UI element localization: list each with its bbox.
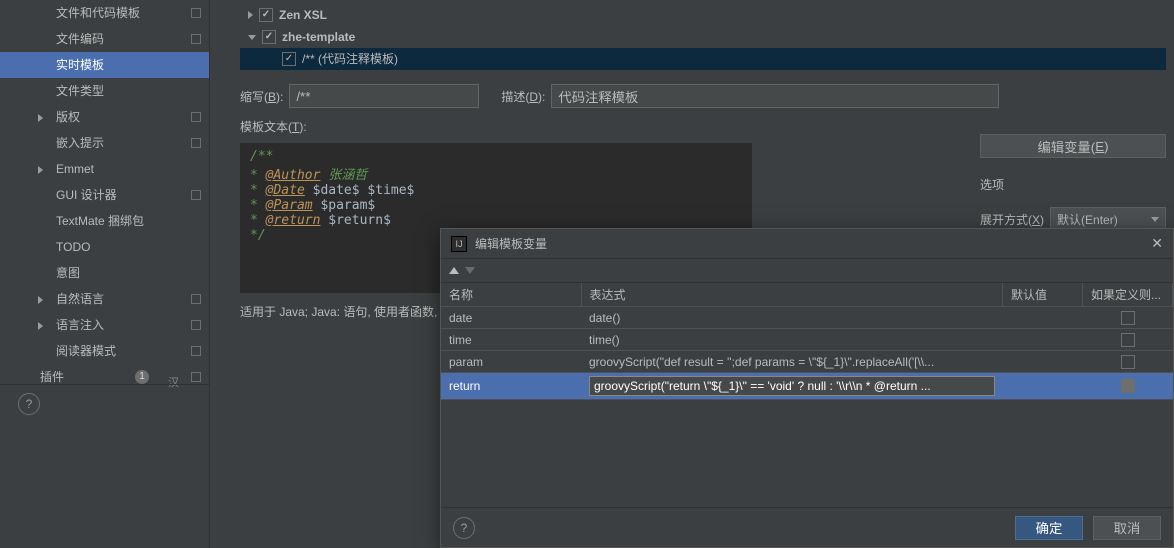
col-name[interactable]: 名称: [441, 283, 581, 307]
sidebar-item-label: 自然语言: [56, 292, 104, 306]
checkbox-icon[interactable]: [262, 30, 276, 44]
chevron-right-icon: [38, 166, 43, 174]
sidebar-item-label: 插件: [40, 370, 64, 384]
scope-icon: [191, 8, 201, 18]
sidebar-item-emmet[interactable]: Emmet: [0, 156, 209, 182]
checkbox-icon[interactable]: [1121, 355, 1135, 369]
checkbox-icon[interactable]: [1121, 333, 1135, 347]
sidebar-item-textmate[interactable]: TextMate 捆绑包: [0, 208, 209, 234]
help-button[interactable]: ?: [453, 517, 475, 539]
table-row[interactable]: returngroovyScript("return \"${_1}\" == …: [441, 373, 1173, 400]
expression-cell-input[interactable]: groovyScript("return \"${_1}\" == 'void'…: [589, 376, 995, 396]
abbr-desc-row: 缩写(B): 描述(D):: [210, 74, 1174, 108]
sidebar-footer: ?: [0, 384, 210, 415]
abbreviation-input[interactable]: [289, 84, 479, 108]
sidebar-item-live-templates[interactable]: 实时模板: [0, 52, 209, 78]
sidebar-item-file-code-templates[interactable]: 文件和代码模板: [0, 0, 209, 26]
sidebar-item-label: 阅读器模式: [56, 344, 116, 358]
desc-label: 描述(D):: [501, 88, 545, 105]
checkbox-icon[interactable]: [282, 52, 296, 66]
cancel-button[interactable]: 取消: [1093, 516, 1161, 540]
update-badge: 1: [135, 370, 149, 384]
move-up-icon[interactable]: [449, 267, 459, 274]
col-expression[interactable]: 表达式: [581, 283, 1003, 307]
sidebar-item-label: GUI 设计器: [56, 188, 117, 202]
scope-icon: [191, 372, 201, 382]
close-icon[interactable]: ✕: [1151, 235, 1163, 252]
sidebar-item-label: 文件类型: [56, 84, 104, 98]
expand-label: 展开方式(X): [980, 211, 1044, 228]
tree-group-zhe-template[interactable]: zhe-template: [240, 26, 1166, 48]
help-button[interactable]: ?: [18, 393, 40, 415]
table-row[interactable]: paramgroovyScript("def result = '';def p…: [441, 351, 1173, 373]
tree-leaf-comment-template[interactable]: /** (代码注释模板): [240, 48, 1166, 70]
table-row[interactable]: datedate(): [441, 307, 1173, 329]
description-input[interactable]: [551, 84, 999, 108]
template-tree: Zen XSL zhe-template /** (代码注释模板): [210, 0, 1174, 74]
scope-icon: [191, 320, 201, 330]
scope-icon: [191, 112, 201, 122]
move-down-icon[interactable]: [465, 267, 475, 274]
chevron-right-icon: [38, 296, 43, 304]
app-icon: IJ: [451, 236, 467, 252]
sidebar-item-lang-injection[interactable]: 语言注入: [0, 312, 209, 338]
tree-label: Zen XSL: [279, 4, 327, 26]
sidebar-item-natural-lang[interactable]: 自然语言: [0, 286, 209, 312]
scope-icon: [191, 34, 201, 44]
chevron-down-icon: [248, 35, 256, 40]
sidebar-item-reader-mode[interactable]: 阅读器模式: [0, 338, 209, 364]
edit-template-variables-dialog: IJ 编辑模板变量 ✕ 名称 表达式 默认值 如果定义则... datedate…: [440, 228, 1174, 548]
sidebar-item-label: 文件和代码模板: [56, 6, 140, 20]
sidebar-item-label: TextMate 捆绑包: [56, 214, 144, 228]
variables-table: 名称 表达式 默认值 如果定义则... datedate() timetime(…: [441, 283, 1173, 400]
sidebar-item-inlay-hints[interactable]: 嵌入提示: [0, 130, 209, 156]
scope-icon: [191, 346, 201, 356]
chevron-down-icon: [1151, 217, 1159, 222]
checkbox-icon[interactable]: [1121, 311, 1135, 325]
sidebar-item-file-types[interactable]: 文件类型: [0, 78, 209, 104]
sidebar-item-label: 文件编码: [56, 32, 104, 46]
checkbox-icon[interactable]: [1121, 379, 1135, 393]
tree-group-zen-xsl[interactable]: Zen XSL: [240, 4, 1166, 26]
scope-icon: [191, 190, 201, 200]
sidebar-item-label: Emmet: [56, 162, 94, 176]
tree-label: zhe-template: [282, 26, 355, 48]
dialog-footer: ? 确定 取消: [441, 507, 1173, 547]
checkbox-icon[interactable]: [259, 8, 273, 22]
abbr-label: 缩写(B):: [240, 88, 283, 105]
scope-icon: [191, 294, 201, 304]
tree-label: /** (代码注释模板): [302, 48, 398, 70]
chevron-right-icon: [38, 322, 43, 330]
template-text-label: 模板文本(T):: [240, 118, 307, 135]
chevron-right-icon: [38, 114, 43, 122]
chevron-right-icon: [248, 11, 253, 19]
sidebar-item-label: 意图: [56, 266, 80, 280]
scope-icon: [191, 138, 201, 148]
options-label: 选项: [980, 176, 1166, 193]
sidebar-item-copyright[interactable]: 版权: [0, 104, 209, 130]
sidebar-item-label: 语言注入: [56, 318, 104, 332]
dialog-toolbar: [441, 259, 1173, 283]
col-default[interactable]: 默认值: [1003, 283, 1083, 307]
ok-button[interactable]: 确定: [1015, 516, 1083, 540]
applicable-text: 适用于 Java; Java: 语句, 使用者函数,: [240, 303, 437, 320]
col-skip[interactable]: 如果定义则...: [1083, 283, 1173, 307]
sidebar-item-intentions[interactable]: 意图: [0, 260, 209, 286]
template-text-label-row: 模板文本(T):: [210, 108, 1174, 135]
edit-variables-button[interactable]: 编辑变量(E): [980, 134, 1166, 158]
sidebar-item-todo[interactable]: TODO: [0, 234, 209, 260]
sidebar-item-gui-designer[interactable]: GUI 设计器: [0, 182, 209, 208]
dialog-title: 编辑模板变量: [475, 235, 547, 252]
table-row[interactable]: timetime(): [441, 329, 1173, 351]
right-options-panel: 编辑变量(E) 选项 展开方式(X) 默认(Enter): [980, 134, 1166, 231]
sidebar-item-file-encoding[interactable]: 文件编码: [0, 26, 209, 52]
sidebar-item-label: 实时模板: [56, 58, 104, 72]
dialog-titlebar[interactable]: IJ 编辑模板变量 ✕: [441, 229, 1173, 259]
settings-sidebar: 文件和代码模板 文件编码 实时模板 文件类型 版权 嵌入提示 Emmet GUI…: [0, 0, 210, 548]
sidebar-item-label: 嵌入提示: [56, 136, 104, 150]
sidebar-item-label: 版权: [56, 110, 80, 124]
sidebar-item-label: TODO: [56, 240, 90, 254]
